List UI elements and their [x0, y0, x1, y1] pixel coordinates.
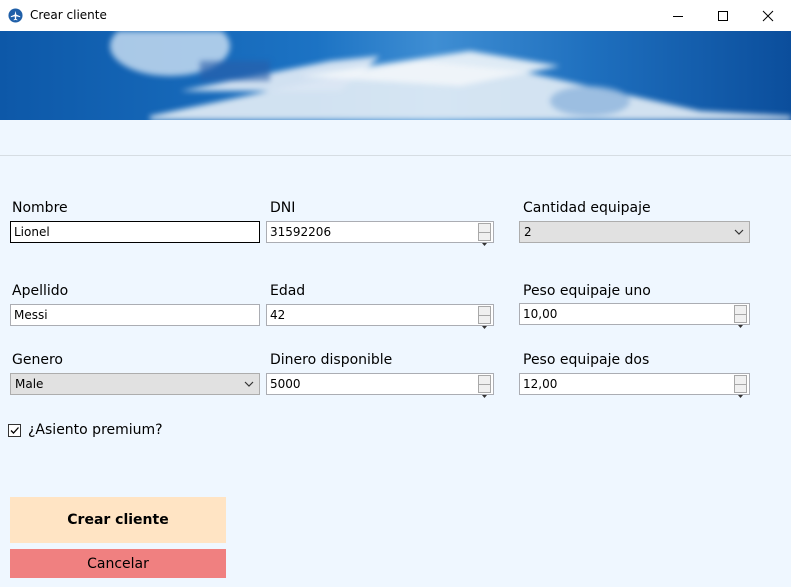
minimize-button[interactable]: [655, 0, 701, 31]
checkmark-icon: [10, 427, 19, 434]
window-title: Crear cliente: [30, 8, 107, 22]
nombre-label: Nombre: [12, 200, 68, 216]
separator-line: [0, 155, 791, 156]
dinero-disponible-label: Dinero disponible: [270, 352, 393, 368]
title-bar: Crear cliente: [0, 0, 791, 31]
spin-down-icon[interactable]: [478, 315, 491, 329]
edad-numeric-input[interactable]: 42: [266, 304, 494, 329]
genero-label: Genero: [12, 352, 63, 368]
genero-select[interactable]: Male: [10, 373, 260, 395]
cantidad-equipaje-label: Cantidad equipaje: [523, 200, 651, 216]
close-icon: [762, 10, 774, 21]
peso-uno-spinner[interactable]: [734, 305, 747, 328]
spin-up-icon[interactable]: [734, 375, 747, 389]
dni-label: DNI: [270, 200, 296, 216]
peso-equipaje-dos-label: Peso equipaje dos: [523, 352, 650, 368]
apellido-label: Apellido: [12, 283, 69, 299]
dinero-disponible-input[interactable]: 5000: [266, 373, 494, 398]
cantidad-equipaje-select[interactable]: 2: [519, 221, 750, 243]
maximize-icon: [718, 10, 728, 21]
minimize-icon: [673, 15, 683, 17]
premium-seat-label[interactable]: ¿Asiento premium?: [28, 422, 163, 438]
peso-equipaje-uno-label: Peso equipaje uno: [523, 283, 651, 299]
dinero-spinner[interactable]: [478, 375, 491, 398]
dni-spinner[interactable]: [478, 223, 491, 246]
spin-down-icon[interactable]: [734, 384, 747, 398]
chevron-down-icon: [734, 229, 744, 235]
spin-down-icon[interactable]: [734, 314, 747, 328]
maximize-button[interactable]: [700, 0, 746, 31]
premium-seat-checkbox[interactable]: [8, 424, 21, 437]
spin-up-icon[interactable]: [478, 375, 491, 389]
spin-up-icon[interactable]: [478, 223, 491, 237]
spin-up-icon[interactable]: [734, 305, 747, 319]
peso-equipaje-dos-input[interactable]: 12,00: [519, 373, 750, 398]
dni-numeric-input[interactable]: 31592206: [266, 221, 494, 246]
peso-dos-spinner[interactable]: [734, 375, 747, 398]
edad-label: Edad: [270, 283, 306, 299]
close-button[interactable]: [745, 0, 791, 31]
chevron-down-icon: [244, 381, 254, 387]
cancel-button[interactable]: Cancelar: [10, 549, 226, 578]
airplane-banner-image: [0, 31, 791, 120]
nombre-input[interactable]: Lionel: [10, 221, 260, 243]
peso-equipaje-uno-input[interactable]: 10,00: [519, 303, 750, 328]
create-client-button[interactable]: Crear cliente: [10, 497, 226, 543]
airplane-app-icon: [8, 8, 23, 23]
spin-down-icon[interactable]: [478, 232, 491, 246]
spin-up-icon[interactable]: [478, 306, 491, 320]
apellido-input[interactable]: Messi: [10, 304, 260, 326]
spin-down-icon[interactable]: [478, 384, 491, 398]
edad-spinner[interactable]: [478, 306, 491, 329]
